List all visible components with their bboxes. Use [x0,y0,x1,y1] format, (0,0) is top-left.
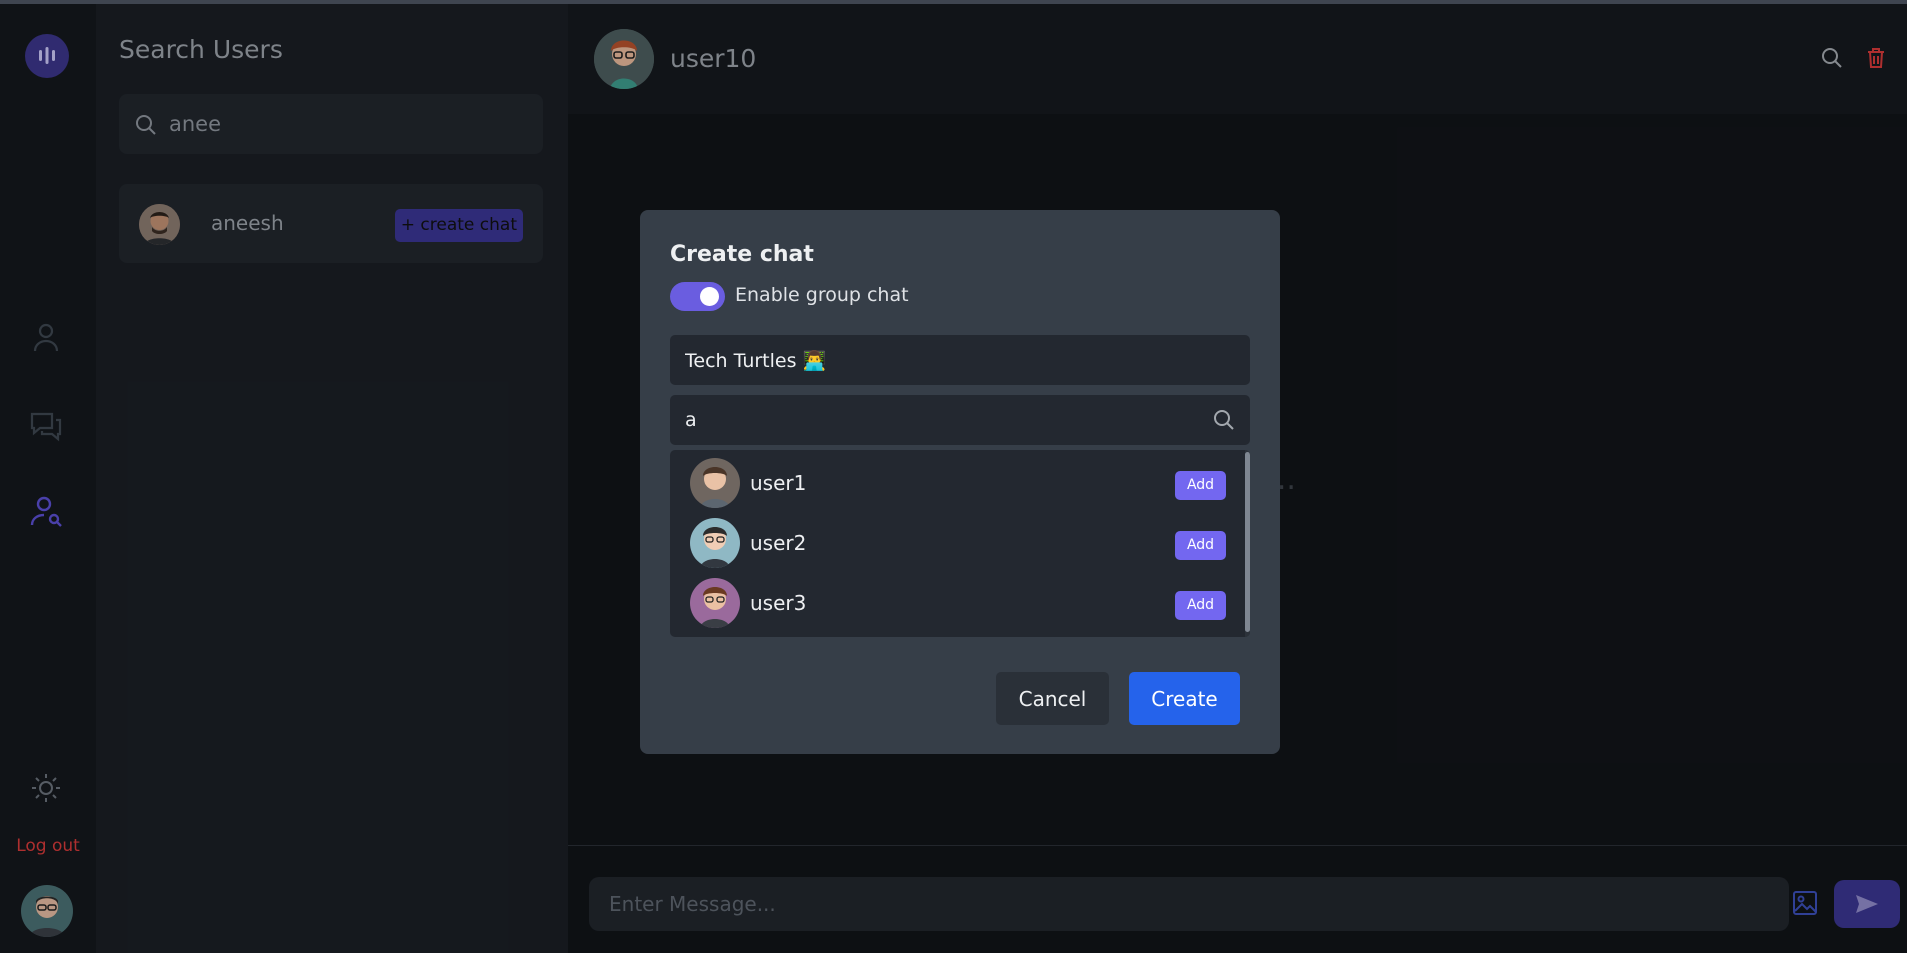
list-item: user1 Add [670,450,1250,510]
list-item-username: user1 [750,471,807,495]
list-item-username: user2 [750,531,807,555]
list-item: user2 Add [670,510,1250,570]
create-button[interactable]: Create [1129,672,1240,725]
group-name-input[interactable] [685,343,1205,377]
scrollbar-thumb[interactable] [1245,452,1250,632]
list-item: user3 Add [670,570,1250,630]
group-chat-toggle-label: Enable group chat [735,284,909,306]
user-list-scrollbar[interactable] [1245,450,1250,637]
group-chat-toggle[interactable] [670,282,725,311]
list-item-username: user3 [750,591,807,615]
add-user-button[interactable]: Add [1175,471,1226,500]
search-icon [1214,410,1234,430]
user-list: user1 Add user2 Add user3 Add [670,450,1250,637]
create-chat-modal: Create chat Enable group chat user1 Add [640,210,1280,754]
add-user-button[interactable]: Add [1175,531,1226,560]
group-name-field[interactable] [670,335,1250,385]
participant-search-field[interactable] [670,395,1250,445]
cancel-button[interactable]: Cancel [996,672,1109,725]
participant-search-input[interactable] [685,403,1205,437]
add-user-button[interactable]: Add [1175,591,1226,620]
avatar [690,458,740,508]
avatar [690,518,740,568]
toggle-knob [700,287,719,306]
avatar [690,578,740,628]
modal-title: Create chat [670,242,814,267]
